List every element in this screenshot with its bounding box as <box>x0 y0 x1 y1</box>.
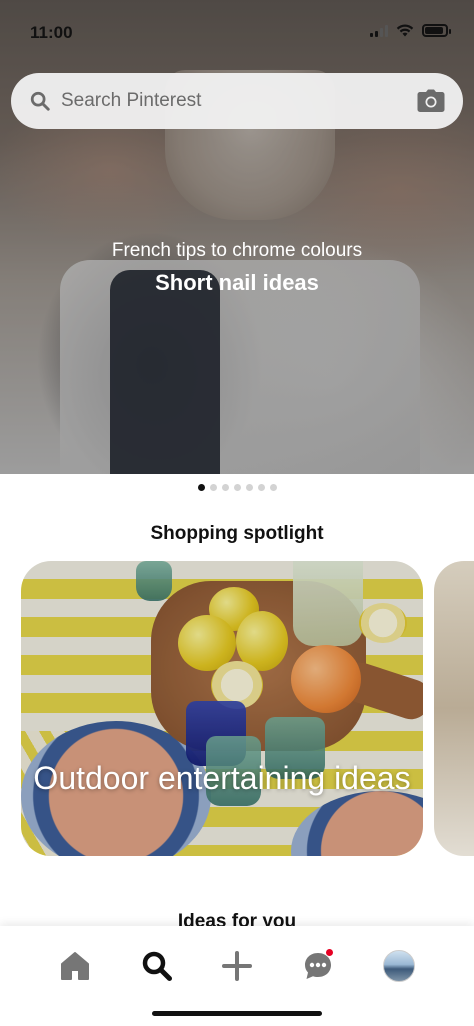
carousel-dot <box>209 484 217 491</box>
card-image-plate <box>291 791 423 856</box>
carousel-dot <box>269 484 277 491</box>
carousel-dot <box>245 484 253 491</box>
carousel-dots <box>0 484 474 491</box>
hero-banner[interactable] <box>0 0 474 474</box>
carousel-dot <box>221 484 229 491</box>
card-image-board <box>151 581 366 751</box>
search-icon <box>30 91 50 111</box>
search-icon <box>142 951 172 981</box>
bottom-nav <box>0 926 474 1026</box>
card-image-lemon <box>236 611 288 671</box>
card-image-lemon <box>209 587 259 631</box>
cellular-signal-icon <box>370 24 388 37</box>
carousel-dot <box>197 484 205 491</box>
card-image-board-handle <box>337 658 423 724</box>
notification-badge <box>325 948 334 957</box>
home-icon <box>61 952 89 980</box>
status-icons <box>370 24 451 37</box>
card-image-lemon-half <box>211 661 263 709</box>
hero-title: Short nail ideas <box>155 270 319 295</box>
carousel-dot <box>257 484 265 491</box>
card-image-orange <box>291 645 361 713</box>
nav-home[interactable] <box>55 946 95 986</box>
home-indicator <box>152 1011 322 1016</box>
hero-image-top <box>110 270 220 474</box>
nav-search[interactable] <box>137 946 177 986</box>
nav-create[interactable] <box>217 946 257 986</box>
search-input[interactable] <box>61 90 417 112</box>
card-image-glass <box>136 561 172 601</box>
profile-avatar <box>383 950 415 982</box>
battery-icon <box>422 24 451 37</box>
hero-subtitle: French tips to chrome colours <box>111 240 363 261</box>
card-title: Outdoor entertaining ideas <box>33 760 411 796</box>
search-bar[interactable] <box>11 73 463 129</box>
card-image-bottle <box>293 561 363 646</box>
camera-icon[interactable] <box>417 89 445 113</box>
shopping-card-next[interactable] <box>434 561 474 856</box>
shopping-card[interactable]: Outdoor entertaining ideas <box>21 561 423 856</box>
section-title-shopping: Shopping spotlight <box>150 523 324 544</box>
carousel-dot <box>233 484 241 491</box>
wifi-icon <box>396 24 414 37</box>
plus-icon <box>222 951 252 981</box>
nav-messages[interactable] <box>298 946 338 986</box>
status-time: 11:00 <box>30 23 73 42</box>
card-image-lemon-half <box>359 603 407 643</box>
card-image-lemon <box>178 615 236 671</box>
nav-profile[interactable] <box>379 946 419 986</box>
